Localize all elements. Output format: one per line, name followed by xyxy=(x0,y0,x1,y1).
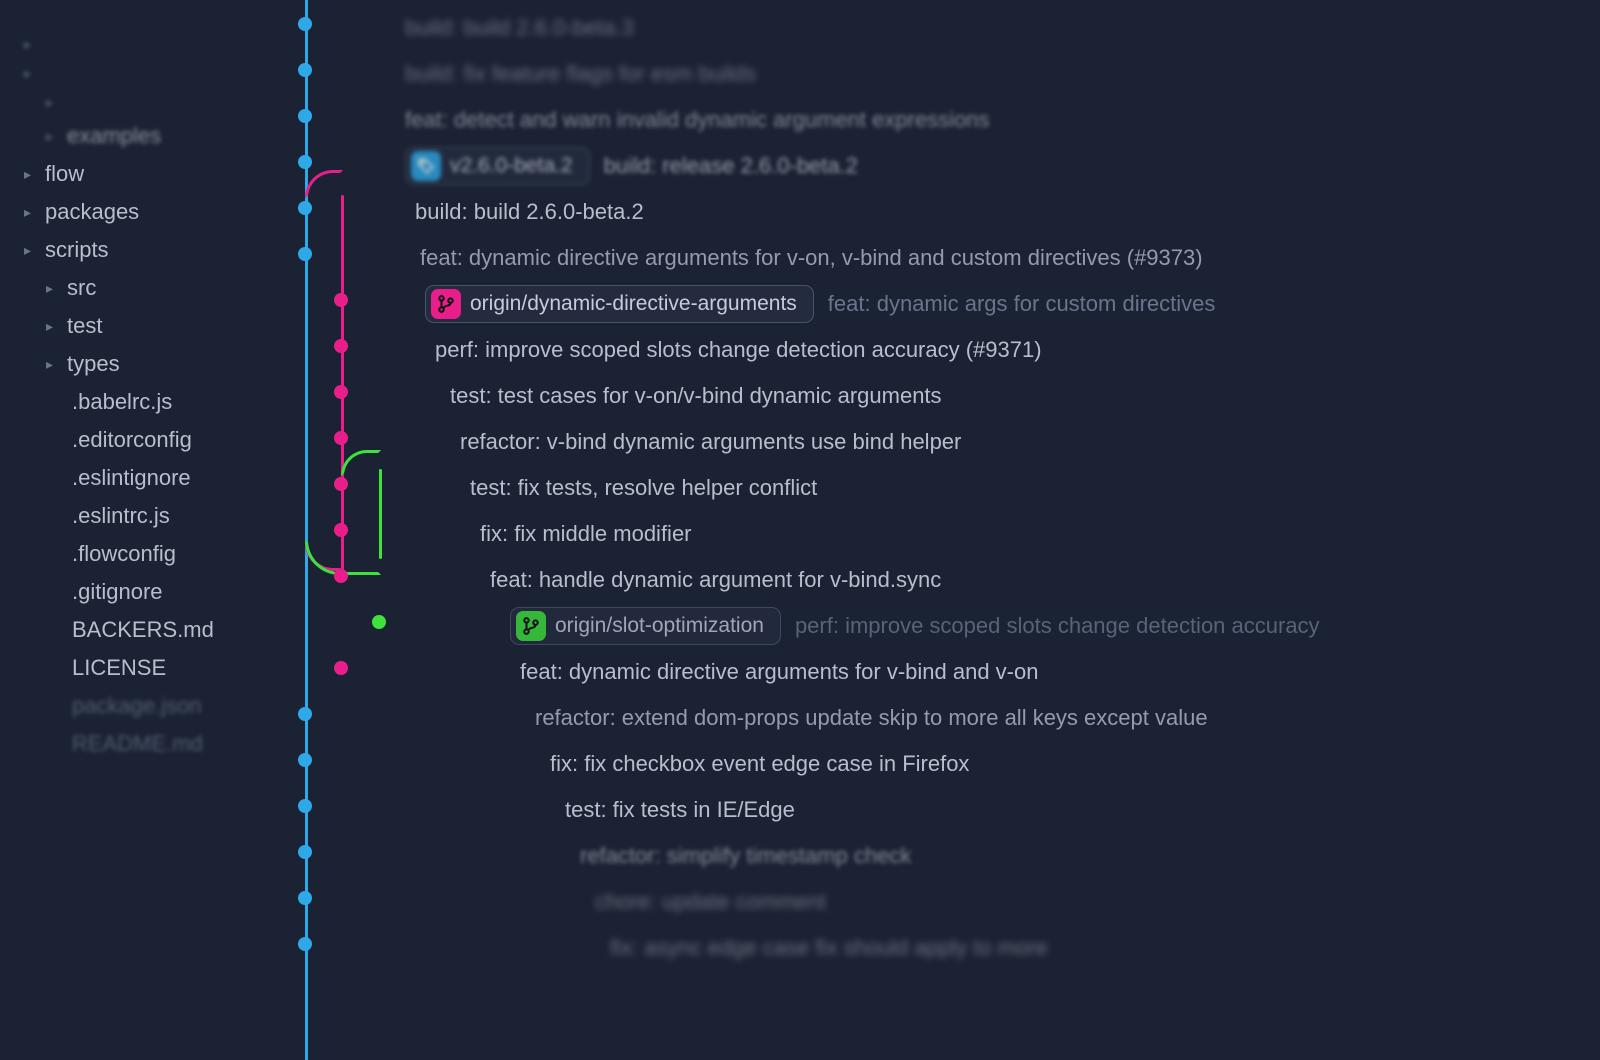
tree-folder[interactable] xyxy=(14,59,275,88)
commit-message: chore: update comment xyxy=(595,889,826,915)
tree-file[interactable]: .eslintrc.js xyxy=(14,497,275,535)
tag-icon xyxy=(411,151,441,181)
commit-row[interactable]: build: build 2.6.0-beta.2 xyxy=(275,189,1600,235)
tree-folder[interactable]: src xyxy=(14,269,275,307)
branch-icon xyxy=(516,611,546,641)
commit-row[interactable]: origin/slot-optimization perf: improve sc… xyxy=(275,603,1600,649)
tree-item-label: README.md xyxy=(72,731,203,757)
commit-message: test: fix tests in IE/Edge xyxy=(565,797,795,823)
commit-message: build: release 2.6.0-beta.2 xyxy=(604,153,858,179)
commit-row[interactable]: test: test cases for v-on/v-bind dynamic… xyxy=(275,373,1600,419)
commit-message: build: fix feature flags for esm builds xyxy=(405,61,756,87)
branch-tag[interactable]: origin/dynamic-directive-arguments xyxy=(425,285,814,323)
tree-item-label: .flowconfig xyxy=(72,541,176,567)
commit-row[interactable]: feat: dynamic directive arguments for v-… xyxy=(275,649,1600,695)
commit-message: fix: fix checkbox event edge case in Fir… xyxy=(550,751,969,777)
commit-row[interactable]: test: fix tests, resolve helper conflict xyxy=(275,465,1600,511)
tree-item-label: flow xyxy=(45,161,84,187)
tag-label: origin/dynamic-directive-arguments xyxy=(470,292,797,316)
commit-row[interactable]: fix: fix checkbox event edge case in Fir… xyxy=(275,741,1600,787)
commit-row[interactable]: fix: async edge case fix should apply to… xyxy=(275,925,1600,971)
tree-item-label: examples xyxy=(67,123,161,149)
commit-row[interactable]: chore: update comment xyxy=(275,879,1600,925)
commit-row[interactable]: test: fix tests in IE/Edge xyxy=(275,787,1600,833)
tree-file[interactable]: README.md xyxy=(14,725,275,763)
commit-message: feat: dynamic directive arguments for v-… xyxy=(420,245,1203,271)
tree-file[interactable]: package.json xyxy=(14,687,275,725)
tree-item-label: .eslintrc.js xyxy=(72,503,170,529)
tree-item-label: test xyxy=(67,313,102,339)
branch-icon xyxy=(431,289,461,319)
tree-item-label: .babelrc.js xyxy=(72,389,172,415)
commit-message: test: fix tests, resolve helper conflict xyxy=(470,475,817,501)
tree-file[interactable]: BACKERS.md xyxy=(14,611,275,649)
commit-message: perf: improve scoped slots change detect… xyxy=(795,613,1320,639)
commit-message: feat: dynamic args for custom directives xyxy=(828,291,1216,317)
tree-item-label: scripts xyxy=(45,237,109,263)
tree-item-label: .gitignore xyxy=(72,579,163,605)
tree-item-label: .eslintignore xyxy=(72,465,191,491)
commit-row[interactable]: feat: detect and warn invalid dynamic ar… xyxy=(275,97,1600,143)
tree-file[interactable]: .eslintignore xyxy=(14,459,275,497)
tree-folder[interactable] xyxy=(14,88,275,117)
tree-folder[interactable] xyxy=(14,30,275,59)
tree-item-label: .editorconfig xyxy=(72,427,192,453)
tree-item-label: LICENSE xyxy=(72,655,166,681)
git-graph: build: build 2.6.0-beta.3 build: fix feat… xyxy=(275,0,1600,1060)
tree-folder[interactable]: types xyxy=(14,345,275,383)
commit-row[interactable]: build: fix feature flags for esm builds xyxy=(275,51,1600,97)
tree-folder[interactable]: test xyxy=(14,307,275,345)
commit-row[interactable]: fix: fix middle modifier xyxy=(275,511,1600,557)
commit-message: refactor: simplify timestamp check xyxy=(580,843,911,869)
tree-item-label: BACKERS.md xyxy=(72,617,214,643)
tree-folder[interactable]: flow xyxy=(14,155,275,193)
tree-item-label: package.json xyxy=(72,693,202,719)
commit-message: fix: async edge case fix should apply to… xyxy=(610,935,1048,961)
tree-item-label: src xyxy=(67,275,96,301)
commit-row[interactable]: feat: dynamic directive arguments for v-… xyxy=(275,235,1600,281)
tree-file[interactable]: .gitignore xyxy=(14,573,275,611)
commit-row[interactable]: origin/dynamic-directive-arguments feat: … xyxy=(275,281,1600,327)
commit-message: build: build 2.6.0-beta.2 xyxy=(415,199,644,225)
commit-row[interactable]: refactor: extend dom-props update skip t… xyxy=(275,695,1600,741)
branch-tag[interactable]: origin/slot-optimization xyxy=(510,607,781,645)
tag-label: v2.6.0-beta.2 xyxy=(450,154,573,178)
tree-file[interactable]: LICENSE xyxy=(14,649,275,687)
commit-row[interactable]: build: build 2.6.0-beta.3 xyxy=(275,5,1600,51)
commit-row[interactable]: v2.6.0-beta.2 build: release 2.6.0-beta.2 xyxy=(275,143,1600,189)
commit-row[interactable]: refactor: v-bind dynamic arguments use b… xyxy=(275,419,1600,465)
commit-row[interactable]: feat: handle dynamic argument for v-bind… xyxy=(275,557,1600,603)
commit-message: build: build 2.6.0-beta.3 xyxy=(405,15,634,41)
commit-message: fix: fix middle modifier xyxy=(480,521,692,547)
tree-file[interactable]: .editorconfig xyxy=(14,421,275,459)
commit-message: test: test cases for v-on/v-bind dynamic… xyxy=(450,383,942,409)
commit-row[interactable]: refactor: simplify timestamp check xyxy=(275,833,1600,879)
file-tree: examples flow packages scripts src test types.… xyxy=(0,0,275,1060)
commit-message: refactor: v-bind dynamic arguments use b… xyxy=(460,429,961,455)
tree-folder[interactable]: packages xyxy=(14,193,275,231)
commit-message: feat: handle dynamic argument for v-bind… xyxy=(490,567,941,593)
tree-folder[interactable]: scripts xyxy=(14,231,275,269)
version-tag[interactable]: v2.6.0-beta.2 xyxy=(405,147,590,185)
commit-row[interactable]: perf: improve scoped slots change detect… xyxy=(275,327,1600,373)
commit-message: feat: dynamic directive arguments for v-… xyxy=(520,659,1038,685)
commit-message: perf: improve scoped slots change detect… xyxy=(435,337,1042,363)
tree-item-label: packages xyxy=(45,199,139,225)
tree-folder[interactable]: examples xyxy=(14,117,275,155)
commit-message: feat: detect and warn invalid dynamic ar… xyxy=(405,107,990,133)
tag-label: origin/slot-optimization xyxy=(555,614,764,638)
tree-file[interactable]: .babelrc.js xyxy=(14,383,275,421)
tree-item-label: types xyxy=(67,351,120,377)
commit-message: refactor: extend dom-props update skip t… xyxy=(535,705,1208,731)
tree-file[interactable]: .flowconfig xyxy=(14,535,275,573)
